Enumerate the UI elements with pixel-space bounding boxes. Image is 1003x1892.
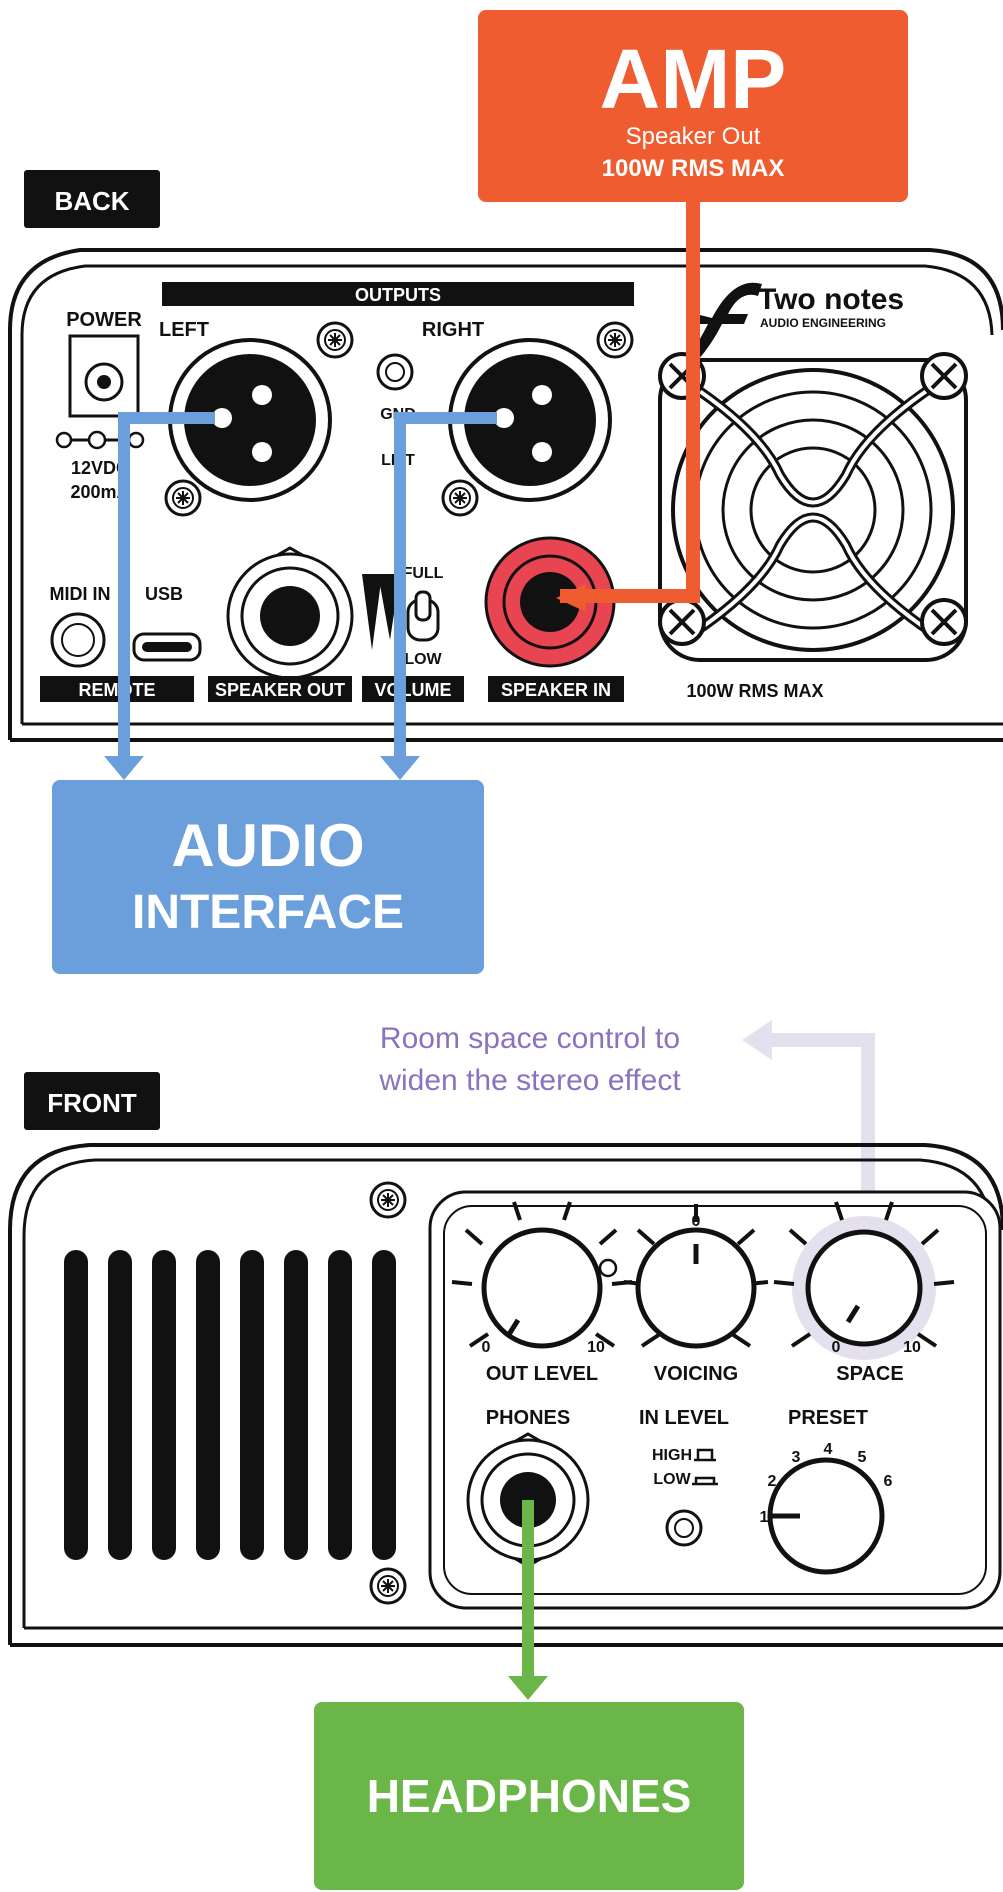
headphones-label: HEADPHONES xyxy=(367,1770,692,1822)
in-level-switch xyxy=(665,1509,703,1547)
amp-box: AMP Speaker Out 100W RMS MAX xyxy=(478,10,908,202)
left-xlr-screw-bottom xyxy=(164,479,202,517)
fan-screw-br xyxy=(920,598,968,646)
amp-subtitle: Speaker Out xyxy=(626,123,761,150)
front-screw-top xyxy=(369,1181,407,1219)
front-tag: FRONT xyxy=(24,1072,160,1130)
fan-grille xyxy=(658,352,968,662)
gnd-lift-switch xyxy=(376,353,414,391)
left-label: LEFT xyxy=(159,319,209,341)
audio-interface-line1: AUDIO xyxy=(171,812,364,879)
right-out-cable-arrowhead xyxy=(380,756,420,780)
connection-diagram: AMP Speaker Out 100W RMS MAX BACK OUTPUT… xyxy=(8,10,1003,1890)
volume-label: VOLUME xyxy=(374,680,451,700)
annotation-arrowhead xyxy=(742,1020,772,1060)
low-label: LOW xyxy=(404,651,442,668)
speaker-out-label: SPEAKER OUT xyxy=(215,680,345,700)
left-out-cable-arrowhead xyxy=(104,756,144,780)
annotation-line1: Room space control to xyxy=(380,1022,680,1055)
status-led xyxy=(598,1258,618,1278)
two-notes-logo: Two notes AUDIO ENGINEERING xyxy=(690,282,904,360)
preset-4: 4 xyxy=(824,1441,833,1458)
back-panel: OUTPUTS POWER 12VDC 200mA LEFT GND LIFT … xyxy=(8,248,1003,742)
right-xlr-screw-bottom xyxy=(441,479,479,517)
brand-subtitle: AUDIO ENGINEERING xyxy=(760,316,886,330)
speaker-out-jack xyxy=(226,546,354,686)
front-panel: 0 10 OUT LEVEL 0 VOICING 0 10 SPACE PHON… xyxy=(8,1143,1003,1647)
preset-3: 3 xyxy=(792,1449,801,1466)
preset-2: 2 xyxy=(768,1473,777,1490)
space-label: SPACE xyxy=(836,1363,903,1385)
audio-interface-line2: INTERFACE xyxy=(132,886,404,939)
out-level-min: 0 xyxy=(482,1339,491,1356)
out-level-max: 10 xyxy=(587,1339,605,1356)
back-rms-max: 100W RMS MAX xyxy=(686,681,823,701)
right-xlr-screw-top xyxy=(596,321,634,359)
remote-label: REMOTE xyxy=(78,680,155,700)
outputs-label: OUTPUTS xyxy=(355,285,441,305)
back-label: BACK xyxy=(54,186,129,216)
amp-rating: 100W RMS MAX xyxy=(602,155,785,182)
audio-interface-box: AUDIO INTERFACE xyxy=(52,780,484,974)
speaker-in-label: SPEAKER IN xyxy=(501,680,611,700)
space-max: 10 xyxy=(903,1339,921,1356)
out-level-label: OUT LEVEL xyxy=(486,1363,598,1385)
two-notes-logo-icon xyxy=(690,282,762,360)
voicing-label: VOICING xyxy=(654,1363,738,1385)
front-screw-bottom xyxy=(369,1567,407,1605)
polarity-icon xyxy=(55,430,145,450)
phones-label: PHONES xyxy=(486,1407,570,1429)
front-label: FRONT xyxy=(47,1088,137,1118)
voicing-zero: 0 xyxy=(692,1213,701,1230)
power-label: POWER xyxy=(66,309,142,331)
headphones-cable-arrowhead xyxy=(508,1676,548,1700)
left-xlr-screw-top xyxy=(316,321,354,359)
back-tag: BACK xyxy=(24,170,160,228)
usb-label: USB xyxy=(145,584,183,604)
preset-6: 6 xyxy=(884,1473,893,1490)
brand-name: Two notes xyxy=(758,283,904,316)
in-level-label: IN LEVEL xyxy=(639,1407,729,1429)
preset-knob xyxy=(767,1457,885,1575)
in-level-high: HIGH xyxy=(652,1447,692,1464)
space-min: 0 xyxy=(832,1339,841,1356)
midi-in-label: MIDI IN xyxy=(50,584,111,604)
amp-title: AMP xyxy=(600,32,787,126)
preset-1: 1 xyxy=(760,1509,769,1526)
fan-screw-bl xyxy=(658,598,706,646)
preset-label: PRESET xyxy=(788,1407,868,1429)
headphones-box: HEADPHONES xyxy=(314,1702,744,1890)
fan-screw-tr xyxy=(920,352,968,400)
speaker-grille xyxy=(64,1250,396,1560)
right-label: RIGHT xyxy=(422,319,484,341)
full-label: FULL xyxy=(403,565,444,582)
preset-5: 5 xyxy=(858,1449,867,1466)
in-level-low: LOW xyxy=(653,1471,691,1488)
annotation-line2: widen the stereo effect xyxy=(378,1064,681,1097)
